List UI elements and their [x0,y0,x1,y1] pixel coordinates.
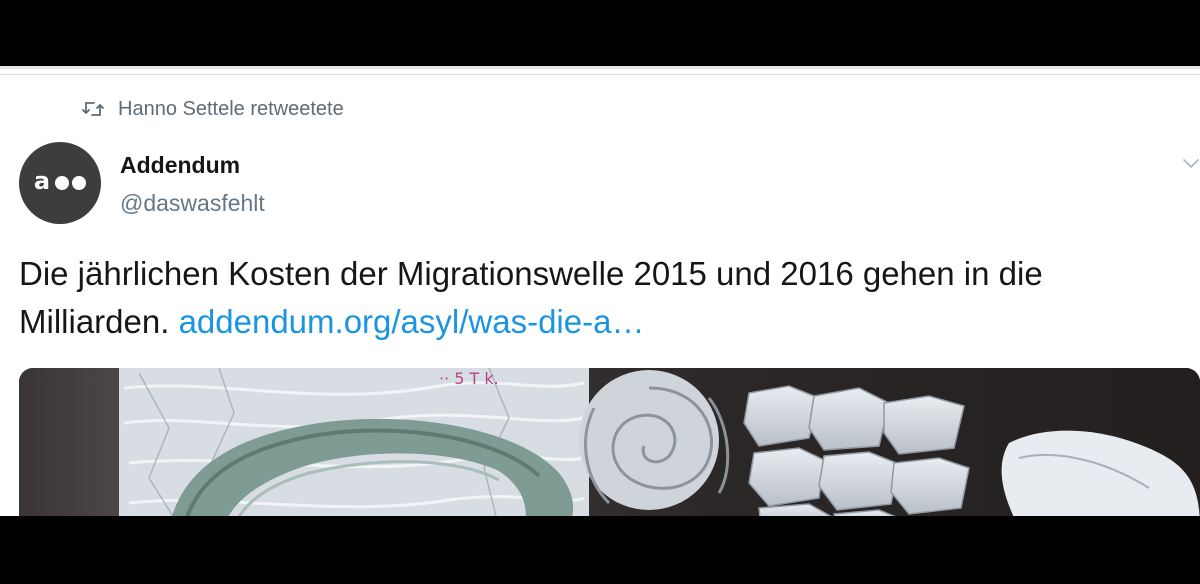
letterbox-top [0,0,1200,66]
addendum-logo: a [33,167,87,195]
retweet-context[interactable]: Hanno Settele retweetete [82,96,344,122]
tweet-link[interactable]: addendum.org/asyl/was-die-a… [179,303,645,340]
avatar-logo-dot [55,176,70,190]
tweet-text-line: Milliarden. addendum.org/asyl/was-die-a… [19,298,1199,346]
letterbox-bottom [0,516,1200,584]
photo-image: ·· 5 T k. [19,368,1200,516]
retweet-label[interactable]: Hanno Settele retweetete [118,98,344,121]
retweet-icon [82,102,104,116]
divider [0,74,1200,75]
divider [0,66,1200,69]
tweet-text-line: Die jährlichen Kosten der Migrationswell… [19,255,1043,292]
tweet-text-end: Milliarden. [19,303,170,340]
tweet-media-image[interactable]: ·· 5 T k. [19,368,1200,516]
author-handle[interactable]: @daswasfehlt [120,190,265,217]
author-display-name[interactable]: Addendum [120,152,240,179]
avatar-logo-letter: a [33,167,51,195]
avatar[interactable]: a [19,142,101,224]
avatar-logo-dot [72,176,87,190]
tweet-text: Die jährlichen Kosten der Migrationswell… [19,250,1199,346]
tweet-card[interactable]: Hanno Settele retweetete a Addendum @das… [0,66,1200,516]
chevron-down-icon[interactable] [1182,156,1200,170]
photo-handwriting: ·· 5 T k. [439,369,499,388]
